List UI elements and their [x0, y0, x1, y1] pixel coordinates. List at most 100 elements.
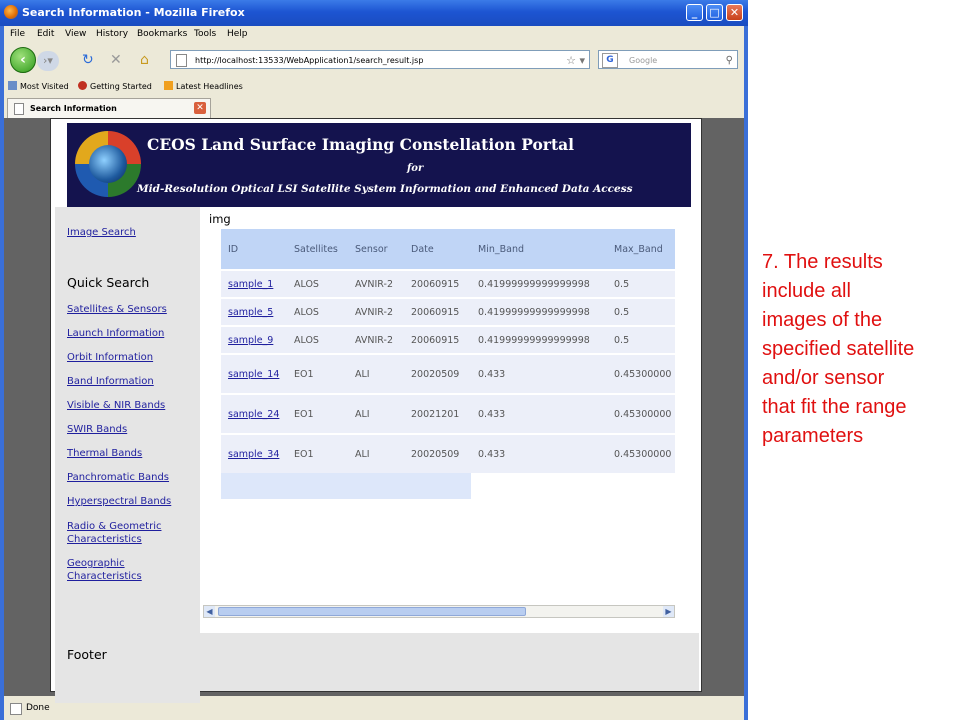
row-sensor: AVNIR-2 [355, 279, 393, 290]
sidebar-link-swir-bands[interactable]: SWIR Bands [67, 423, 127, 436]
rss-icon [164, 81, 173, 90]
annotation-line: specified satellite [762, 338, 915, 360]
search-icon[interactable]: ⚲ [726, 51, 733, 70]
menu-edit[interactable]: Edit [37, 29, 54, 39]
table-row: sample_1 ALOS AVNIR-2 20060915 0.4199999… [221, 271, 675, 297]
column-header-satellites: Satellites [294, 244, 338, 255]
portal-banner: CEOS Land Surface Imaging Constellation … [67, 123, 691, 207]
annotation-line: include all [762, 280, 851, 302]
annotation-line: parameters [762, 425, 864, 447]
footer-text: Footer [67, 647, 107, 662]
search-input[interactable]: G Google ⚲ [598, 50, 738, 69]
maximize-button[interactable]: □ [706, 4, 723, 21]
menu-view[interactable]: View [65, 29, 86, 39]
page-footer: Footer [55, 633, 699, 691]
row-satellite: ALOS [294, 335, 319, 346]
sidebar-link-launch-information[interactable]: Launch Information [67, 327, 164, 340]
row-satellite: EO1 [294, 449, 314, 460]
row-sensor: ALI [355, 409, 370, 420]
scrollbar-thumb[interactable] [218, 607, 526, 616]
minimize-button[interactable]: _ [686, 4, 703, 21]
sidebar-link-geographic[interactable]: Geographic Characteristics [67, 557, 167, 583]
table-footer [221, 473, 471, 499]
row-min-band: 0.433 [478, 409, 506, 420]
row-id-link[interactable]: sample_1 [228, 279, 273, 290]
row-id-link[interactable]: sample_34 [228, 449, 279, 460]
menu-file[interactable]: File [10, 29, 25, 39]
bookmark-most-visited[interactable]: Most Visited [8, 81, 69, 91]
close-tab-icon[interactable]: ✕ [194, 102, 206, 114]
menu-history[interactable]: History [96, 29, 128, 39]
column-header-sensor: Sensor [355, 244, 388, 255]
row-max-band: 0.5 [614, 279, 630, 290]
google-icon[interactable]: G [602, 53, 618, 68]
row-max-band: 0.5 [614, 335, 630, 346]
reload-icon[interactable]: ↻ [82, 52, 94, 68]
scroll-right-icon[interactable]: ▶ [663, 606, 674, 617]
row-id-link[interactable]: sample_9 [228, 335, 273, 346]
sidebar-link-visible-nir-bands[interactable]: Visible & NIR Bands [67, 399, 165, 412]
sidebar-link-orbit-information[interactable]: Orbit Information [67, 351, 153, 364]
row-max-band: 0.5 [614, 307, 630, 318]
table-header: ID Satellites Sensor Date Min_Band Max_B… [221, 229, 675, 269]
column-header-date: Date [411, 244, 434, 255]
column-header-id: ID [228, 244, 239, 255]
sidebar-link-band-information[interactable]: Band Information [67, 375, 154, 388]
browser-chrome: File Edit View History Bookmarks Tools H… [4, 26, 744, 720]
back-button[interactable]: ‹ [10, 47, 36, 73]
tab-bar: Search Information ✕ [4, 98, 744, 118]
table-row: sample_14 EO1 ALI 20020509 0.433 0.45300… [221, 355, 675, 393]
menu-help[interactable]: Help [227, 29, 248, 39]
status-text: Done [26, 703, 50, 713]
stop-icon[interactable]: ✕ [110, 52, 122, 68]
sidebar-link-thermal-bands[interactable]: Thermal Bands [67, 447, 142, 460]
sidebar-link-radio-geometric[interactable]: Radio & Geometric Characteristics [67, 520, 192, 546]
menu-bookmarks[interactable]: Bookmarks [137, 29, 187, 39]
row-date: 20060915 [411, 279, 460, 290]
banner-subtitle: Mid-Resolution Optical LSI Satellite Sys… [137, 183, 633, 195]
horizontal-scrollbar[interactable]: ◀ ▶ [203, 605, 675, 618]
forward-button[interactable]: ›▾ [37, 51, 59, 71]
row-min-band: 0.433 [478, 449, 506, 460]
close-window-button[interactable]: ✕ [726, 4, 743, 21]
scroll-left-icon[interactable]: ◀ [204, 606, 215, 617]
page-icon [14, 103, 24, 115]
menu-bar: File Edit View History Bookmarks Tools H… [4, 26, 744, 44]
firefox-icon [4, 5, 18, 19]
banner-for: for [407, 163, 424, 174]
status-bar: Done [4, 698, 744, 718]
row-max-band: 0.45300000 [614, 409, 672, 420]
sidebar-heading-quick-search: Quick Search [67, 275, 150, 290]
url-bar[interactable]: http://localhost:13533/WebApplication1/s… [170, 50, 590, 69]
home-icon[interactable]: ⌂ [140, 52, 149, 68]
row-date: 20060915 [411, 335, 460, 346]
bookmark-star-icon[interactable]: ☆ ▾ [566, 51, 585, 70]
sidebar-link-hyperspectral-bands[interactable]: Hyperspectral Bands [67, 495, 171, 508]
results-table: ID Satellites Sensor Date Min_Band Max_B… [221, 229, 675, 499]
navigation-toolbar: ‹ ›▾ ↻ ✕ ⌂ http://localhost:13533/WebApp… [4, 44, 744, 74]
row-sensor: ALI [355, 369, 370, 380]
row-max-band: 0.45300000 [614, 449, 672, 460]
row-sensor: AVNIR-2 [355, 335, 393, 346]
column-header-max-band: Max_Band [614, 244, 663, 255]
row-id-link[interactable]: sample_14 [228, 369, 279, 380]
bookmarks-toolbar: Most Visited Getting Started Latest Head… [4, 76, 744, 96]
row-id-link[interactable]: sample_5 [228, 307, 273, 318]
status-page-icon [10, 703, 22, 715]
table-row: sample_5 ALOS AVNIR-2 20060915 0.4199999… [221, 299, 675, 325]
bookmark-latest-headlines[interactable]: Latest Headlines [164, 81, 243, 91]
menu-tools[interactable]: Tools [194, 29, 216, 39]
row-date: 20020509 [411, 449, 460, 460]
row-id-link[interactable]: sample_24 [228, 409, 279, 420]
sidebar-link-image-search[interactable]: Image Search [67, 226, 136, 239]
row-max-band: 0.45300000 [614, 369, 672, 380]
row-min-band: 0.433 [478, 369, 506, 380]
row-date: 20020509 [411, 369, 460, 380]
tab-search-information[interactable]: Search Information ✕ [7, 98, 211, 118]
sidebar-link-satellites-sensors[interactable]: Satellites & Sensors [67, 303, 167, 316]
annotation-line: that fit the range [762, 396, 907, 418]
bookmark-getting-started[interactable]: Getting Started [78, 81, 152, 91]
row-min-band: 0.41999999999999998 [478, 307, 590, 318]
annotation-line: images of the [762, 309, 883, 331]
sidebar-link-panchromatic-bands[interactable]: Panchromatic Bands [67, 471, 169, 484]
